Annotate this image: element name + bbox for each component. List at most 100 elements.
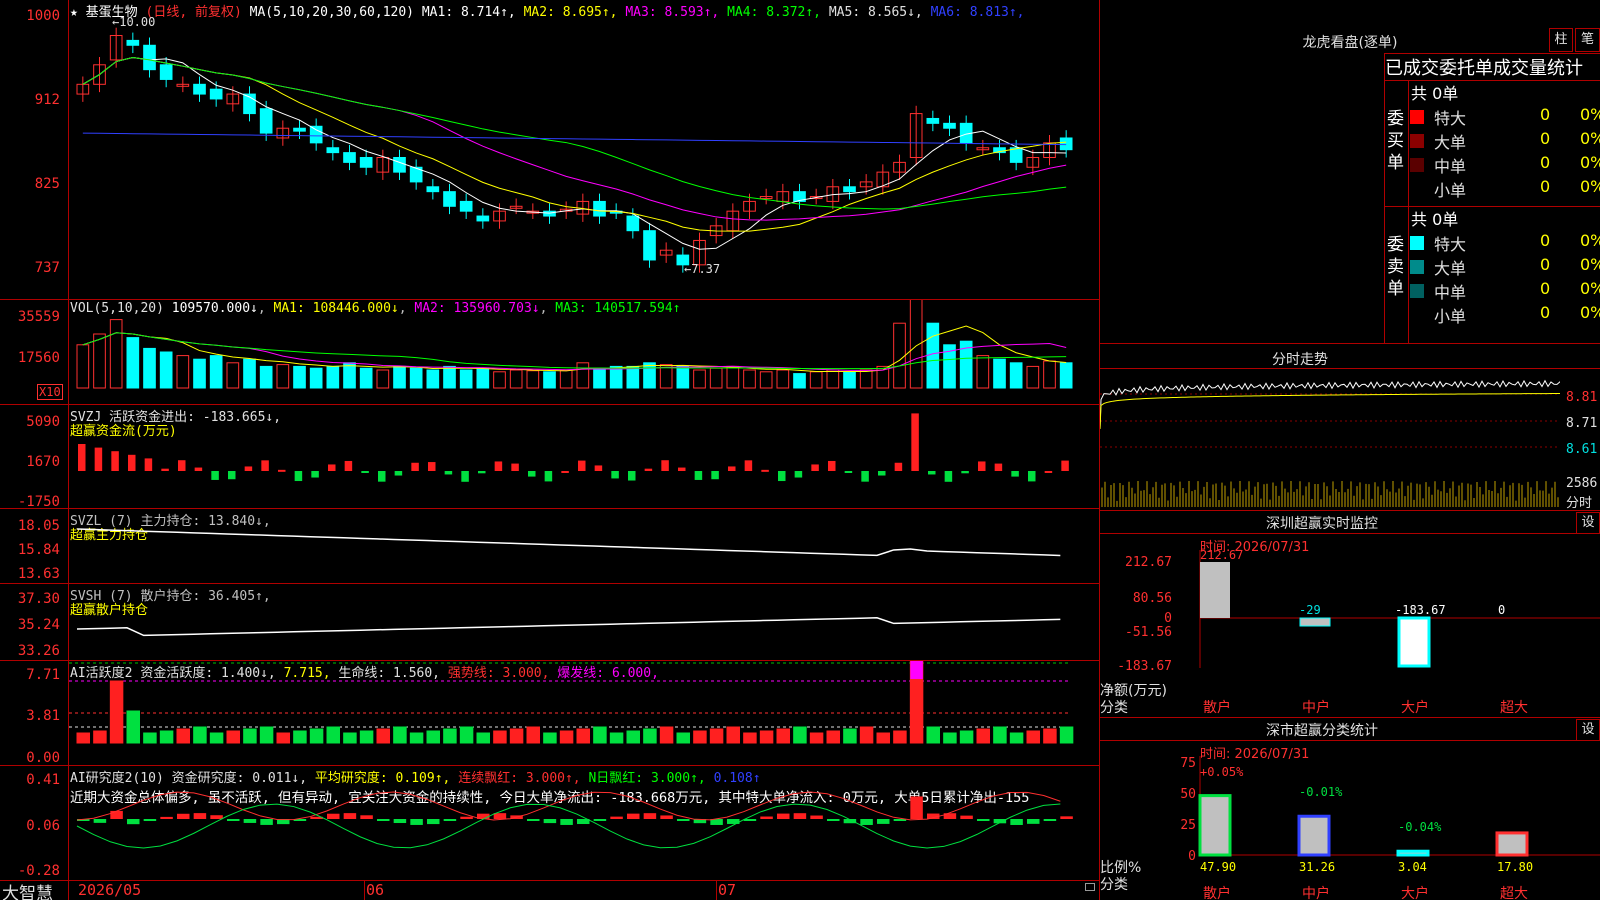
- candle-body: [343, 152, 356, 163]
- class-value: 3.04: [1398, 860, 1427, 874]
- research-bar: [1060, 816, 1073, 819]
- vol-ma3-line: [82, 332, 1067, 370]
- research-bar: [960, 815, 973, 819]
- volume-bar: [93, 333, 106, 389]
- research-bar: [443, 819, 457, 821]
- order-qty: 0: [1540, 177, 1551, 196]
- volume-bar: [526, 370, 540, 389]
- kline-chart[interactable]: [69, 16, 1099, 299]
- candle-body: [259, 108, 273, 134]
- flow-bar: [811, 464, 819, 471]
- order-pct: 0%: [1580, 255, 1600, 274]
- candle-body: [309, 125, 323, 144]
- bar-mode-button[interactable]: 柱: [1549, 28, 1573, 52]
- monitor-tick: -183.67: [1117, 659, 1172, 674]
- research-bar: [560, 819, 573, 825]
- order-qty: 0: [1540, 153, 1551, 172]
- flow-bar: [494, 461, 503, 471]
- volume-bar: [226, 362, 240, 389]
- color-swatch: [1410, 110, 1424, 124]
- flow-bar: [528, 471, 536, 477]
- research-bar: [93, 819, 107, 823]
- research-bar: [160, 816, 173, 819]
- flow-bar: [361, 471, 369, 473]
- vol-ma1-line: [82, 325, 1067, 372]
- volume-bar: [359, 367, 373, 389]
- activity-peak-cap: [910, 661, 923, 679]
- ai1-tick-1: 3.81: [26, 708, 60, 724]
- vol-tick-1: 17560: [17, 350, 60, 366]
- date-label-1: 06: [366, 881, 385, 899]
- class-bar: [1198, 794, 1232, 857]
- buy-order-row: 大单 0 0%: [1410, 128, 1600, 152]
- order-qty: 0: [1540, 279, 1551, 298]
- intraday-chart[interactable]: [1100, 369, 1560, 508]
- flow-bar: [728, 466, 736, 471]
- svzj-tick-1: 1670: [26, 454, 60, 470]
- monitor-value-0: 212.67: [1200, 550, 1243, 562]
- candle-body: [626, 215, 640, 232]
- volume-chart: [76, 300, 1073, 389]
- order-pct: 0%: [1580, 129, 1600, 148]
- volume-bar: [476, 367, 490, 389]
- research-bar: [110, 810, 123, 819]
- research-bar: [543, 819, 557, 824]
- candle-body: [359, 157, 373, 168]
- candle-body: [326, 147, 340, 154]
- flow-bar: [228, 471, 236, 480]
- ai2-tick-1: 0.06: [26, 818, 60, 834]
- research-bar: [260, 819, 273, 825]
- class-bar: [1396, 849, 1430, 857]
- flow-bar: [311, 471, 319, 478]
- date-label-0: 2026/05: [78, 881, 142, 899]
- tick-mode-button[interactable]: 笔: [1575, 28, 1600, 52]
- candle-body: [193, 83, 206, 95]
- order-qty: 0: [1540, 255, 1551, 274]
- activity-bar: [409, 732, 424, 744]
- research-bar: [327, 813, 340, 819]
- class-cat-0: 散户: [1203, 886, 1231, 900]
- activity-bar: [293, 730, 307, 744]
- volume-bar: [276, 364, 290, 389]
- monitor-cat-1: 中户: [1302, 700, 1330, 716]
- activity-bar: [926, 726, 940, 744]
- flow-bar: [161, 468, 169, 471]
- activity-bar: [243, 728, 257, 744]
- order-size-label: 特大: [1434, 109, 1467, 128]
- activity-bar: [676, 732, 690, 744]
- order-qty: 0: [1540, 231, 1551, 250]
- color-swatch: [1410, 308, 1424, 322]
- ma1-line: [82, 56, 1067, 250]
- research-bar: [460, 816, 473, 819]
- flow-bar: [928, 471, 936, 475]
- research-bar: [393, 819, 407, 824]
- activity-bar: [876, 732, 890, 744]
- candle-body: [293, 127, 306, 132]
- activity-bar: [126, 710, 140, 744]
- volume-bar: [159, 351, 173, 389]
- research-bar: [610, 816, 623, 819]
- price-tick-2: 825: [34, 176, 60, 192]
- flow-bar: [394, 471, 403, 476]
- flow-bar: [94, 447, 103, 471]
- volume-bar: [593, 367, 606, 389]
- buy-order-row: 小单 0 0%: [1410, 176, 1600, 200]
- volume-bar: [443, 365, 456, 389]
- monitor-value-3: 0: [1498, 603, 1505, 617]
- activity-bar: [309, 728, 324, 744]
- svsh-chart: [76, 617, 1061, 637]
- volume-bar: [1043, 360, 1056, 389]
- flow-bar: [1061, 460, 1069, 471]
- flow-bar: [978, 461, 986, 471]
- flow-bar: [194, 467, 203, 471]
- lock-icon[interactable]: [1085, 883, 1095, 891]
- activity-bar: [693, 730, 707, 744]
- monitor-settings-button[interactable]: 设: [1576, 512, 1600, 534]
- research-bar: [593, 819, 607, 821]
- activity-bar: [626, 730, 640, 744]
- svzl-tick-2: 13.63: [17, 566, 60, 582]
- research-bar: [143, 819, 157, 822]
- class-settings-button[interactable]: 设: [1576, 719, 1600, 741]
- class-chart: 75 50 25 0 47.90 31.26 3.04 17.80 +0.05% -0.01% -0…: [1180, 756, 1600, 874]
- ai1-tick-2: 0.00: [26, 750, 60, 766]
